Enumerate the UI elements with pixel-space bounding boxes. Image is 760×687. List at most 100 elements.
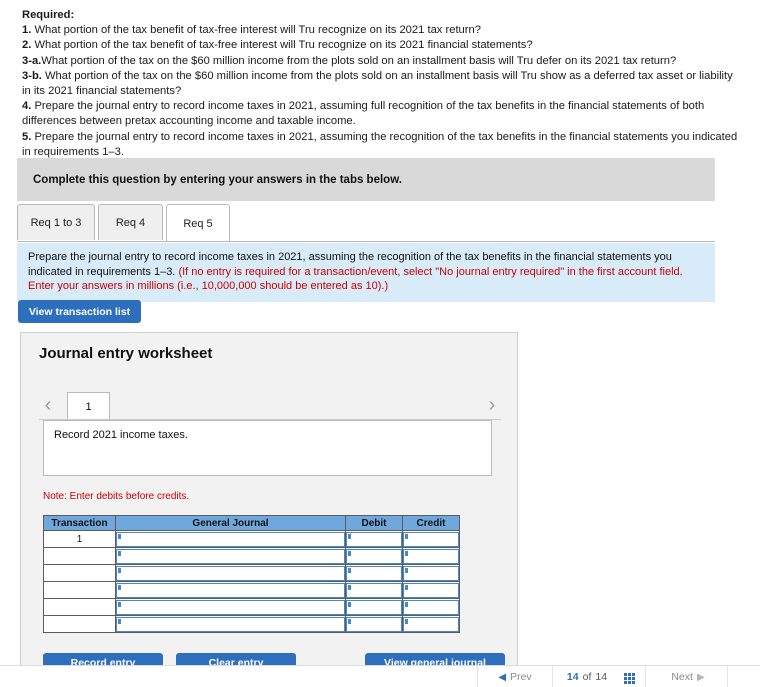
grid-view-button[interactable] (616, 666, 644, 687)
view-transaction-list-button[interactable]: View transaction list (18, 300, 141, 323)
requirement-text-3b: What portion of the tax on the $60 milli… (22, 69, 733, 98)
prev-label: Prev (510, 671, 532, 683)
cell-transaction-3 (43, 564, 116, 582)
chevron-right-icon[interactable]: › (483, 393, 501, 417)
cell-debit-1[interactable] (345, 530, 403, 548)
cell-general-journal-4[interactable] (115, 581, 346, 599)
debits-before-credits-note: Note: Enter debits before credits. (43, 491, 190, 502)
cell-debit-3[interactable] (345, 564, 403, 582)
cell-transaction-2 (43, 547, 116, 565)
requirement-text-5: Prepare the journal entry to record inco… (22, 130, 738, 158)
cell-transaction-5 (43, 598, 116, 616)
required-section: Required: 1. What portion of the tax ben… (22, 8, 738, 160)
cell-credit-2[interactable] (402, 547, 460, 565)
next-button[interactable]: Next ▶ (650, 666, 726, 687)
question-page: Required: 1. What portion of the tax ben… (0, 0, 760, 687)
credit-input-4[interactable] (403, 582, 459, 598)
journal-entry-table: Transaction General Journal Debit Credit… (43, 515, 460, 633)
total-page-number: 14 (595, 671, 608, 683)
debit-input-5[interactable] (346, 599, 402, 615)
requirement-text-3a: What portion of the tax on the $60 milli… (41, 54, 677, 67)
cell-general-journal-3[interactable] (115, 564, 346, 582)
requirement-item-4: 4. Prepare the journal entry to record i… (22, 99, 738, 129)
worksheet-title: Journal entry worksheet (39, 345, 213, 362)
chevron-left-icon[interactable]: ‹ (39, 393, 57, 417)
cell-credit-5[interactable] (402, 598, 460, 616)
general-journal-input-6[interactable] (116, 616, 345, 632)
worksheet-carousel: ‹ 1 › (39, 390, 501, 420)
debit-input-2[interactable] (346, 548, 402, 564)
requirement-number-5: 5. (22, 130, 32, 143)
next-label: Next (671, 671, 693, 683)
tab-req-1-to-3[interactable]: Req 1 to 3 (17, 204, 95, 240)
complete-question-banner: Complete this question by entering your … (17, 158, 715, 201)
page-counter: 14 of 14 (553, 666, 621, 687)
journal-entry-worksheet-panel: Journal entry worksheet ‹ 1 › Record 202… (20, 332, 518, 672)
debit-input-4[interactable] (346, 582, 402, 598)
tab-req-4-label: Req 4 (115, 216, 146, 229)
cell-debit-5[interactable] (345, 598, 403, 616)
credit-input-2[interactable] (403, 548, 459, 564)
cell-general-journal-6[interactable] (115, 615, 346, 633)
table-row (43, 598, 460, 616)
requirement-tabs: Req 1 to 3 Req 4 Req 5 (17, 204, 715, 242)
cell-general-journal-1[interactable] (115, 530, 346, 548)
debit-input-6[interactable] (346, 616, 402, 632)
required-heading: Required: (22, 9, 75, 21)
tab-req-5[interactable]: Req 5 (166, 204, 230, 242)
cell-general-journal-2[interactable] (115, 547, 346, 565)
general-journal-input-2[interactable] (116, 548, 345, 564)
requirement-number-3a: 3-a. (22, 54, 42, 67)
tab-req-5-label: Req 5 (183, 217, 213, 230)
complete-question-text: Complete this question by entering your … (33, 173, 402, 186)
chevron-left-icon: ◀ (498, 671, 507, 683)
cell-debit-4[interactable] (345, 581, 403, 599)
of-label: of (582, 671, 592, 683)
prev-button[interactable]: ◀ Prev (478, 666, 552, 687)
requirement-item-3a: 3-a.What portion of the tax on the $60 m… (22, 54, 738, 69)
cell-debit-6[interactable] (345, 615, 403, 633)
chevron-right-icon: ▶ (696, 671, 705, 683)
requirement-number-2: 2. (22, 39, 32, 52)
tab-req-4[interactable]: Req 4 (98, 204, 163, 240)
instruction-box: Prepare the journal entry to record inco… (17, 243, 715, 302)
general-journal-input-4[interactable] (116, 582, 345, 598)
debit-input-3[interactable] (346, 565, 402, 581)
requirement-text-1: What portion of the tax benefit of tax-f… (31, 24, 481, 37)
general-journal-input-5[interactable] (116, 599, 345, 615)
column-header-debit: Debit (345, 515, 403, 531)
nav-divider-4 (727, 666, 728, 687)
cell-general-journal-5[interactable] (115, 598, 346, 616)
general-journal-input-3[interactable] (116, 565, 345, 581)
view-transaction-list-label: View transaction list (28, 305, 131, 318)
column-header-transaction: Transaction (43, 515, 116, 531)
requirement-number-3b: 3-b. (22, 69, 42, 82)
general-journal-input-1[interactable] (116, 531, 345, 547)
table-row (43, 547, 460, 565)
cell-transaction-6 (43, 615, 116, 633)
table-row (43, 581, 460, 599)
credit-input-3[interactable] (403, 565, 459, 581)
requirement-text-2: What portion of the tax benefit of tax-f… (31, 39, 533, 52)
worksheet-page-tab-1[interactable]: 1 (67, 392, 110, 420)
credit-input-5[interactable] (403, 599, 459, 615)
nav-divider-3 (645, 666, 646, 687)
cell-debit-2[interactable] (345, 547, 403, 565)
cell-credit-6[interactable] (402, 615, 460, 633)
cell-credit-1[interactable] (402, 530, 460, 548)
requirement-number-1: 1. (22, 24, 32, 37)
credit-input-6[interactable] (403, 616, 459, 632)
requirement-item-1: 1. What portion of the tax benefit of ta… (22, 23, 738, 38)
cell-credit-4[interactable] (402, 581, 460, 599)
cell-credit-3[interactable] (402, 564, 460, 582)
debit-input-1[interactable] (346, 531, 402, 547)
table-row (43, 564, 460, 582)
column-header-credit: Credit (402, 515, 460, 531)
requirement-item-5: 5. Prepare the journal entry to record i… (22, 130, 738, 160)
requirement-number-4: 4. (22, 100, 32, 113)
table-row (43, 615, 460, 633)
credit-input-1[interactable] (403, 531, 459, 547)
worksheet-page-tab-label: 1 (85, 400, 92, 413)
cell-transaction-4 (43, 581, 116, 599)
journal-table-header-row: Transaction General Journal Debit Credit (43, 515, 460, 531)
